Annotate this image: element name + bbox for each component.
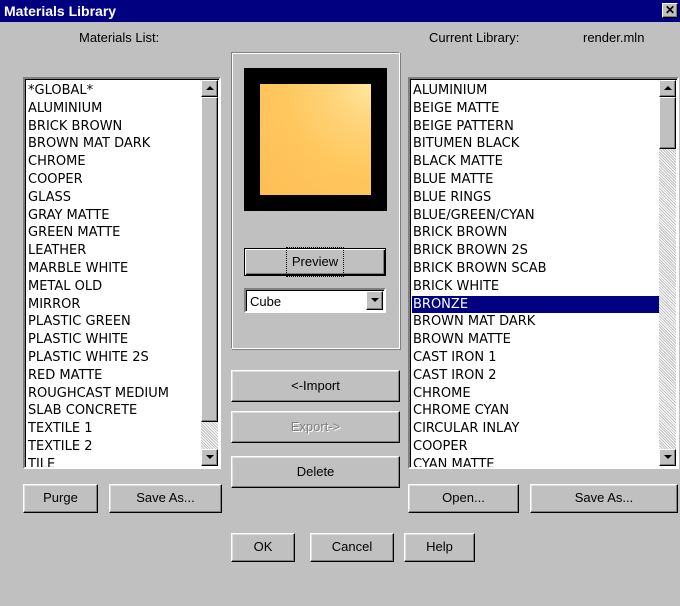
library-filename: render.mln xyxy=(583,30,645,45)
right-save-as-label: Save As... xyxy=(574,490,634,505)
import-label: <-Import xyxy=(291,378,340,393)
ok-label: OK xyxy=(253,539,273,554)
list-item[interactable]: BLUE MATTE xyxy=(412,171,659,189)
list-item[interactable]: LEATHER xyxy=(27,242,201,260)
library-list-items: ALUMINIUM BEIGE MATTE BEIGE PATTERN BITUMEN… xyxy=(412,82,659,467)
delete-button[interactable]: Delete xyxy=(231,456,400,488)
left-save-as-label: Save As... xyxy=(136,490,195,505)
arrow-up-icon xyxy=(664,86,672,90)
shape-value: Cube xyxy=(250,294,282,309)
scroll-up-button[interactable] xyxy=(659,80,676,97)
export-button[interactable]: Export-> xyxy=(231,411,400,443)
material-preview-image xyxy=(260,84,371,195)
list-item[interactable]: BLACK MATTE xyxy=(412,153,659,171)
import-button[interactable]: <-Import xyxy=(231,370,400,402)
list-item[interactable]: PLASTIC GREEN xyxy=(27,313,201,331)
list-item[interactable]: BRICK BROWN SCAB xyxy=(412,260,659,278)
list-item[interactable]: CAST IRON 2 xyxy=(412,367,659,385)
list-item[interactable]: CHROME CYAN xyxy=(412,402,659,420)
list-item[interactable]: BROWN MATTE xyxy=(412,331,659,349)
help-button[interactable]: Help xyxy=(404,533,475,562)
materials-list-label: Materials List: xyxy=(79,30,160,45)
list-item[interactable]: BLUE RINGS xyxy=(412,189,659,207)
scroll-thumb[interactable] xyxy=(201,97,218,422)
materials-list-items: *GLOBAL* ALUMINIUM BRICK BROWN BROWN MAT DA… xyxy=(27,82,201,467)
list-item[interactable]: CIRCULAR INLAY xyxy=(412,420,659,438)
close-icon: ✕ xyxy=(664,3,676,17)
list-item[interactable]: ROUGHCAST MEDIUM xyxy=(27,385,201,403)
list-item[interactable]: BEIGE PATTERN xyxy=(412,118,659,136)
preview-button[interactable]: Preview xyxy=(244,247,386,277)
title-bar: Materials Library ✕ xyxy=(0,0,680,22)
list-item[interactable]: BRICK BROWN xyxy=(412,224,659,242)
list-item[interactable]: COOPER xyxy=(412,438,659,456)
arrow-up-icon xyxy=(206,86,214,90)
list-item[interactable]: ALUMINIUM xyxy=(412,82,659,100)
list-item[interactable]: GRAY MATTE xyxy=(27,207,201,225)
scroll-down-button[interactable] xyxy=(201,449,218,466)
list-item[interactable]: PLASTIC WHITE 2S xyxy=(27,349,201,367)
list-item[interactable]: BRICK BROWN 2S xyxy=(412,242,659,260)
list-item[interactable]: SLAB CONCRETE xyxy=(27,402,201,420)
shape-dropdown-button[interactable] xyxy=(366,291,383,310)
ok-button[interactable]: OK xyxy=(231,533,295,562)
list-item[interactable]: ALUMINIUM xyxy=(27,100,201,118)
library-listbox[interactable]: ALUMINIUM BEIGE MATTE BEIGE PATTERN BITUMEN… xyxy=(408,77,679,469)
open-button[interactable]: Open... xyxy=(408,484,519,513)
list-item[interactable]: BRICK BROWN xyxy=(27,118,201,136)
scroll-up-button[interactable] xyxy=(201,80,218,97)
delete-label: Delete xyxy=(296,464,335,479)
scroll-down-button[interactable] xyxy=(659,449,676,466)
list-item[interactable]: BITUMEN BLACK xyxy=(412,135,659,153)
list-item[interactable]: BROWN MAT DARK xyxy=(412,313,659,331)
preview-frame xyxy=(244,68,387,211)
export-label: Export-> xyxy=(290,419,341,434)
list-item[interactable]: PLASTIC WHITE xyxy=(27,331,201,349)
list-item[interactable]: TILE xyxy=(27,456,201,467)
list-item[interactable]: BRICK WHITE xyxy=(412,278,659,296)
list-item[interactable]: TEXTILE 2 xyxy=(27,438,201,456)
arrow-down-icon xyxy=(664,455,672,459)
left-save-as-button[interactable]: Save As... xyxy=(109,484,222,513)
list-item[interactable]: *GLOBAL* xyxy=(27,82,201,100)
right-save-as-button[interactable]: Save As... xyxy=(530,484,678,513)
window-title: Materials Library xyxy=(4,3,117,19)
cancel-label: Cancel xyxy=(331,539,373,554)
list-item[interactable]: MIRROR xyxy=(27,296,201,314)
list-item[interactable]: BRONZE xyxy=(412,295,659,314)
list-item[interactable]: RED MATTE xyxy=(27,367,201,385)
chevron-down-icon xyxy=(371,298,379,302)
list-item[interactable]: BEIGE MATTE xyxy=(412,100,659,118)
cancel-button[interactable]: Cancel xyxy=(310,533,394,562)
list-item[interactable]: BROWN MAT DARK xyxy=(27,135,201,153)
preview-shape-select[interactable]: Cube xyxy=(244,288,386,313)
close-button[interactable]: ✕ xyxy=(662,3,678,18)
purge-button[interactable]: Purge xyxy=(23,484,98,513)
help-label: Help xyxy=(426,539,453,554)
arrow-down-icon xyxy=(206,455,214,459)
list-item[interactable]: CAST IRON 1 xyxy=(412,349,659,367)
purge-label: Purge xyxy=(43,490,78,505)
list-item[interactable]: CHROME xyxy=(412,385,659,403)
open-label: Open... xyxy=(442,490,485,505)
preview-label: Preview xyxy=(285,247,345,277)
materials-listbox[interactable]: *GLOBAL* ALUMINIUM BRICK BROWN BROWN MAT DA… xyxy=(23,77,221,469)
current-library-label: Current Library: xyxy=(429,30,520,45)
list-item[interactable]: CHROME xyxy=(27,153,201,171)
library-list-scrollbar[interactable] xyxy=(659,80,676,466)
list-item[interactable]: COOPER xyxy=(27,171,201,189)
list-item[interactable]: CYAN MATTE xyxy=(412,456,659,467)
list-item[interactable]: GREEN MATTE xyxy=(27,224,201,242)
scroll-thumb[interactable] xyxy=(659,97,676,149)
list-item[interactable]: BLUE/GREEN/CYAN xyxy=(412,207,659,225)
list-item[interactable]: METAL OLD xyxy=(27,278,201,296)
list-item[interactable]: MARBLE WHITE xyxy=(27,260,201,278)
list-item[interactable]: GLASS xyxy=(27,189,201,207)
list-item[interactable]: TEXTILE 1 xyxy=(27,420,201,438)
materials-list-scrollbar[interactable] xyxy=(201,80,218,466)
